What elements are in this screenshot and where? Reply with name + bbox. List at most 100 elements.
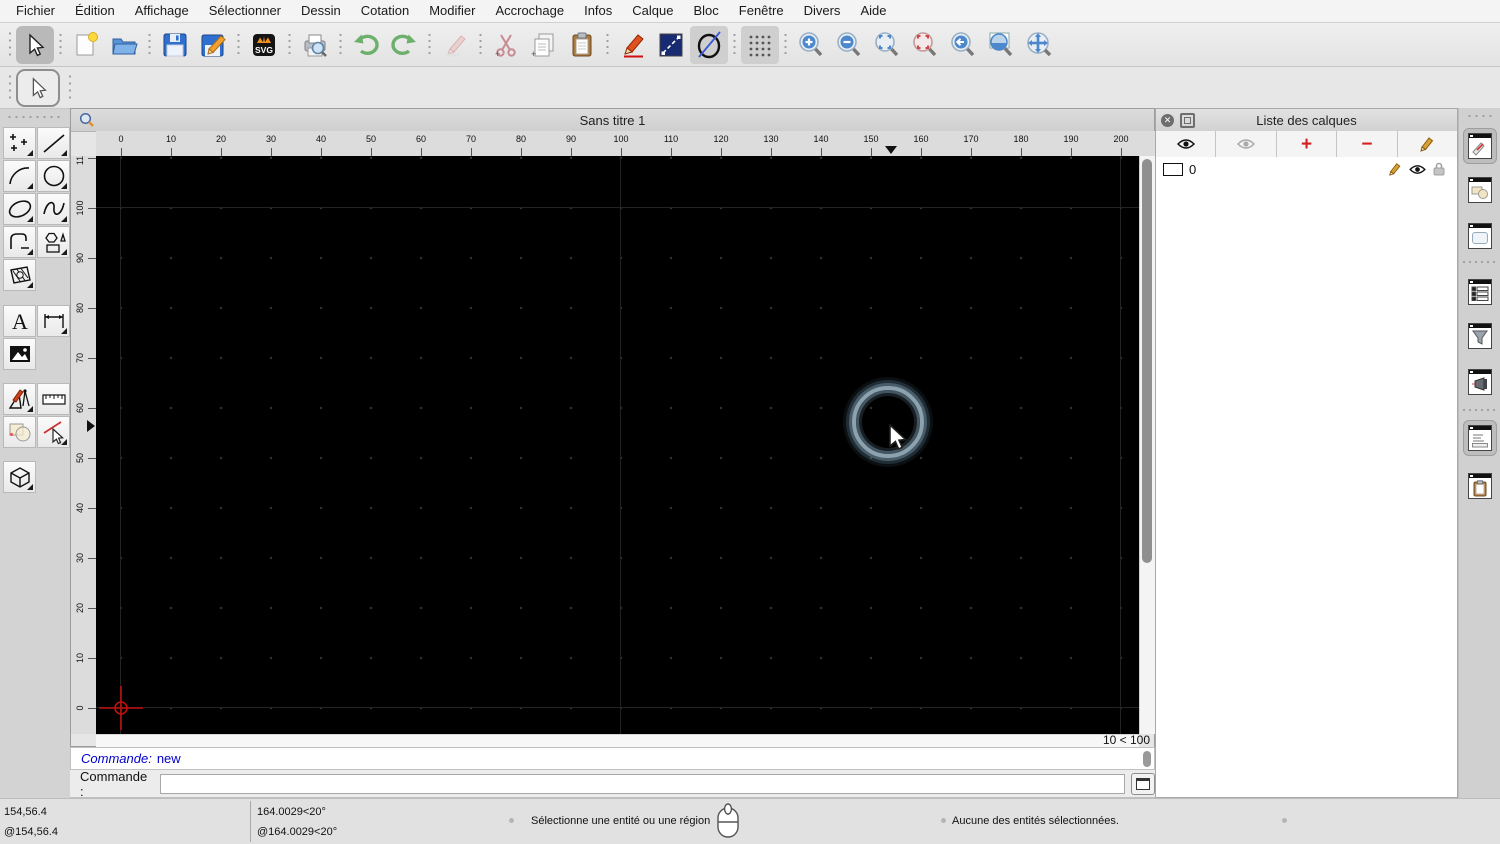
paste-button[interactable] (563, 26, 601, 64)
dimension-tool-button[interactable] (37, 305, 70, 337)
save-as-button[interactable] (194, 26, 232, 64)
menu-infos[interactable]: Infos (574, 0, 622, 22)
grid-status: 10 < 100 (1102, 733, 1150, 747)
dock-handle[interactable] (1466, 114, 1494, 118)
menu-cotation[interactable]: Cotation (351, 0, 419, 22)
float-panel-icon[interactable] (1180, 112, 1195, 128)
text-tool-button[interactable]: A (3, 305, 36, 337)
h-ruler-tick (771, 148, 772, 156)
dock-filter-button[interactable] (1463, 318, 1497, 354)
select-entity-tool-button[interactable] (37, 416, 70, 448)
open-button[interactable] (105, 26, 143, 64)
pen-button[interactable] (614, 26, 652, 64)
copy-button[interactable]: + (525, 26, 563, 64)
export-svg-button[interactable]: SVG (245, 26, 283, 64)
zoom-auto-button[interactable] (868, 26, 906, 64)
status-bar: 154,56.4 @154,56.4 164.0029<20° @164.002… (0, 798, 1500, 844)
dock-layer-list-button[interactable] (1463, 128, 1497, 164)
modify-tool-button[interactable] (3, 383, 36, 415)
save-button[interactable] (156, 26, 194, 64)
dock-library-browser-button[interactable] (1463, 218, 1497, 254)
ellipse-tool-button[interactable] (3, 193, 36, 225)
toolbar-handle[interactable] (8, 29, 12, 60)
undo-button[interactable] (347, 26, 385, 64)
relative-polar: @164.0029<20° (257, 826, 338, 838)
print-preview-button[interactable] (296, 26, 334, 64)
command-history-scrollbar[interactable] (1143, 751, 1151, 767)
menu-affichage[interactable]: Affichage (125, 0, 199, 22)
menu-divers[interactable]: Divers (794, 0, 851, 22)
dock-clipboard-button[interactable] (1463, 468, 1497, 504)
order-tool-button[interactable] (3, 416, 36, 448)
kill-all-actions-button[interactable] (436, 26, 474, 64)
menu-selectionner[interactable]: Sélectionner (199, 0, 291, 22)
menu-accrochage[interactable]: Accrochage (485, 0, 574, 22)
menu-bloc[interactable]: Bloc (683, 0, 728, 22)
polygon-tool-button[interactable] (37, 226, 70, 258)
menu-dessin[interactable]: Dessin (291, 0, 351, 22)
v-ruler-tick (88, 458, 96, 459)
palette-handle[interactable] (6, 115, 62, 119)
block-tool-button[interactable] (3, 461, 36, 493)
command-input[interactable] (160, 773, 1126, 794)
image-tool-button[interactable] (3, 338, 36, 370)
v-ruler-tick (88, 308, 96, 309)
menu-modifier[interactable]: Modifier (419, 0, 485, 22)
points-tool-button[interactable] (3, 127, 36, 159)
zoom-select-button[interactable] (906, 26, 944, 64)
command-prompt-label: Commande : (80, 768, 148, 799)
drawing-canvas[interactable] (96, 156, 1139, 734)
layer-row[interactable]: 0 (1156, 157, 1457, 181)
polyline-tool-button[interactable] (3, 226, 36, 258)
dock-pen-palette-button[interactable] (1463, 364, 1497, 400)
close-icon[interactable]: ✕ (1161, 113, 1174, 127)
redo-button[interactable] (385, 26, 423, 64)
horizontal-scrollbar[interactable] (96, 734, 1139, 748)
toolbar-handle[interactable] (68, 72, 72, 103)
arc-tool-button[interactable] (3, 160, 36, 192)
zoom-out-button[interactable] (830, 26, 868, 64)
layer-visibility-checkbox[interactable] (1163, 162, 1183, 176)
hatch-tool-button[interactable] (3, 259, 36, 291)
layer-edit-pencil-icon[interactable] (1388, 162, 1402, 176)
measure-tool-button[interactable] (37, 383, 70, 415)
zoom-window-button[interactable] (982, 26, 1020, 64)
hide-all-layers-button[interactable] (1216, 131, 1277, 157)
zoom-previous-button[interactable] (944, 26, 982, 64)
menu-edition[interactable]: Édition (65, 0, 125, 22)
circle-tool-button[interactable] (37, 160, 70, 192)
zoom-in-button[interactable] (792, 26, 830, 64)
cut-button[interactable]: + (487, 26, 525, 64)
dock-block-list-button[interactable] (1463, 172, 1497, 208)
toolbar-handle[interactable] (8, 72, 12, 103)
show-all-layers-button[interactable] (1156, 131, 1217, 157)
vertical-scrollbar-thumb[interactable] (1142, 159, 1152, 563)
menu-aide[interactable]: Aide (850, 0, 896, 22)
select-tool-button[interactable] (16, 25, 54, 64)
grid-toggle-button[interactable] (741, 25, 779, 64)
line-attributes-button[interactable] (652, 26, 690, 64)
menu-fenetre[interactable]: Fenêtre (729, 0, 794, 22)
add-layer-button[interactable]: + (1277, 131, 1338, 157)
zoom-pan-button[interactable] (1020, 26, 1058, 64)
menu-calque[interactable]: Calque (622, 0, 683, 22)
layer-lock-icon[interactable] (1433, 162, 1445, 176)
h-ruler-tick (571, 148, 572, 156)
vertical-scrollbar[interactable] (1139, 156, 1155, 734)
document-title-bar[interactable]: Sans titre 1 (71, 109, 1154, 132)
circle-attributes-button[interactable] (690, 25, 728, 64)
separator (339, 31, 342, 58)
menu-fichier[interactable]: Fichier (6, 0, 65, 22)
remove-layer-button[interactable]: − (1337, 131, 1398, 157)
layer-visible-eye-icon[interactable] (1409, 164, 1426, 175)
h-ruler-label: 170 (963, 134, 979, 144)
edit-layer-button[interactable] (1398, 131, 1457, 157)
selection-pointer-button[interactable] (16, 68, 60, 107)
spline-tool-button[interactable] (37, 193, 70, 225)
new-document-button[interactable] (67, 26, 105, 64)
document-window: Sans titre 1 0 10 20 30 40 50 60 70 80 90 100 110 12… (70, 108, 1156, 748)
dock-command-line-button[interactable] (1463, 420, 1497, 456)
dock-view-list-button[interactable] (1463, 274, 1497, 310)
line-tool-button[interactable] (37, 127, 70, 159)
command-detach-button[interactable] (1131, 772, 1155, 795)
